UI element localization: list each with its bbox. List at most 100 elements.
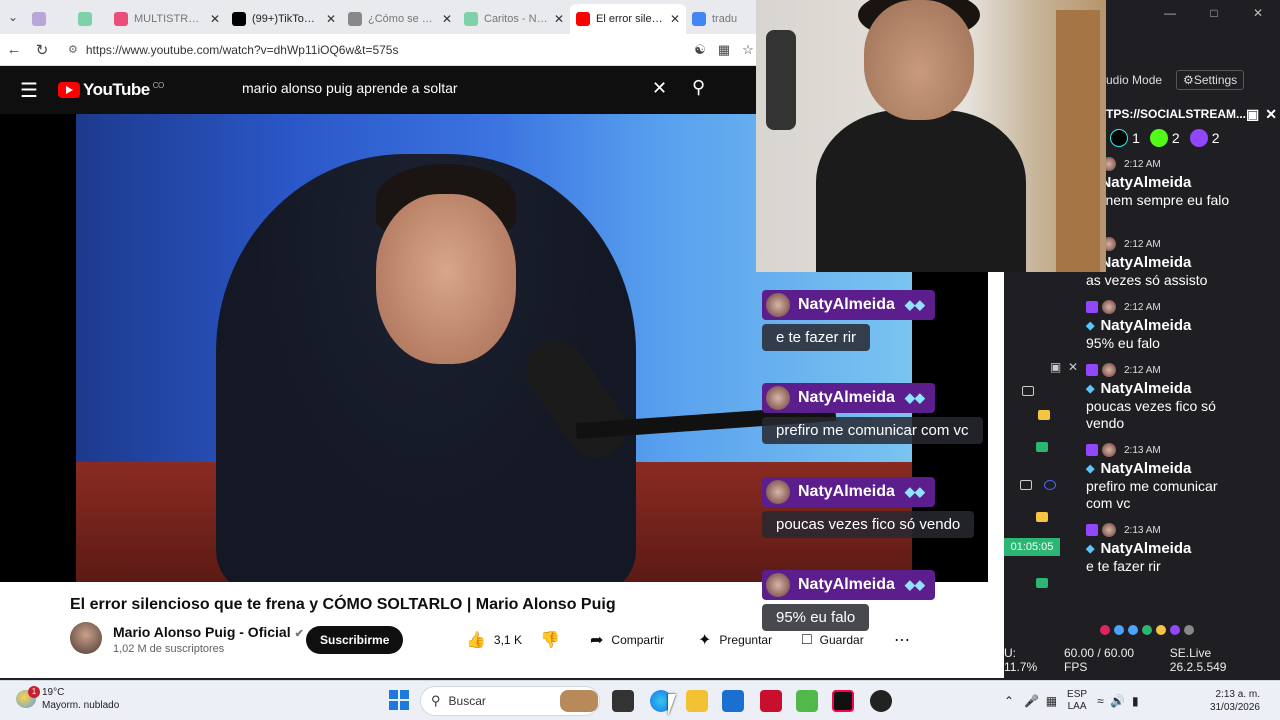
browser-tab[interactable]: tradu <box>686 4 746 34</box>
close-dock-icon[interactable]: ✕ <box>1265 106 1277 123</box>
back-arrow-icon[interactable]: ← <box>0 41 28 58</box>
like-button[interactable]: 👍 3,1 K <box>466 626 522 654</box>
save-label: Guardar <box>819 633 864 647</box>
microphone-icon[interactable]: 🎤 <box>1024 694 1039 708</box>
settings-icon[interactable] <box>1114 625 1124 635</box>
task-view-icon[interactable] <box>612 690 634 712</box>
subscribe-button[interactable]: Suscribirme <box>306 626 404 654</box>
filter-icon[interactable] <box>1128 625 1138 635</box>
pause-icon[interactable] <box>1100 625 1110 635</box>
ask-button[interactable]: ✦ Preguntar <box>698 626 772 654</box>
channel-name[interactable]: Mario Alonso Puig - Oficial <box>113 624 291 640</box>
close-window-icon[interactable]: ✕ <box>1236 6 1280 20</box>
chat-user: ◆ NatyAlmeida <box>1086 378 1268 398</box>
chat-username: NatyAlmeida <box>1100 253 1192 271</box>
dislike-button[interactable]: 👎 <box>540 626 568 654</box>
share-label: Compartir <box>611 633 665 647</box>
close-dock-icon[interactable]: ✕ <box>1068 360 1078 374</box>
search-icon[interactable]: ⚲ <box>692 77 705 98</box>
search-highlight-icon[interactable] <box>560 690 598 712</box>
browser-tab[interactable]: MULTISTREAM ✕ <box>108 4 226 34</box>
user-avatar-icon <box>766 293 790 317</box>
browser-tab[interactable]: Caritos - Nata ✕ <box>458 4 570 34</box>
source-icon[interactable] <box>1038 410 1050 420</box>
source-icon[interactable] <box>1020 480 1032 490</box>
obs-toolbar: udio Mode ⚙Settings <box>1106 68 1280 92</box>
tab-list-chevron-icon[interactable]: ⌄ <box>0 10 26 24</box>
apps-icon[interactable]: ▦ <box>712 42 736 58</box>
weather-widget[interactable]: 1 19°C Mayorm. nublado <box>16 686 119 712</box>
settings-button[interactable]: ⚙Settings <box>1176 70 1245 90</box>
mute-icon[interactable] <box>1184 625 1194 635</box>
overlay-chat-message: NatyAlmeida ◆◆ e te fazer rir <box>762 290 935 351</box>
float-dock-icon[interactable]: ▣ <box>1050 360 1061 374</box>
file-explorer-icon[interactable] <box>686 690 708 712</box>
close-tab-icon[interactable]: ✕ <box>670 12 680 26</box>
chat-meta: 2:13 AM <box>1086 442 1268 458</box>
channel-avatar[interactable] <box>70 622 102 654</box>
display-icon[interactable]: ▦ <box>1046 694 1057 708</box>
float-dock-icon[interactable]: ▣ <box>1246 106 1259 123</box>
tool-icon[interactable] <box>1170 625 1180 635</box>
source-icon[interactable] <box>1044 480 1056 490</box>
chevron-up-icon[interactable]: ⌃ <box>1004 694 1014 708</box>
chat-meta: 2:12 AM <box>1086 236 1268 252</box>
webcam-face-shape <box>864 0 974 120</box>
window-controls: — □ ✕ <box>1106 0 1280 26</box>
source-icon[interactable] <box>1036 512 1048 522</box>
battery-icon[interactable]: ▮ <box>1132 694 1139 708</box>
reload-icon[interactable]: ↻ <box>28 41 56 59</box>
weather-icon: 1 <box>16 686 40 708</box>
ask-label: Preguntar <box>719 633 773 647</box>
youtube-logo[interactable]: YouTube CO <box>58 80 164 100</box>
close-tab-icon[interactable]: ✕ <box>442 12 452 26</box>
close-tab-icon[interactable]: ✕ <box>326 12 336 26</box>
minimize-icon[interactable]: — <box>1148 6 1192 20</box>
clear-search-icon[interactable]: ✕ <box>652 78 667 99</box>
language-indicator[interactable]: ESP LAA <box>1067 689 1087 713</box>
chat-meta: 2:12 AM <box>1086 362 1268 378</box>
taskbar: 1 19°C Mayorm. nublado ⚲ Buscar ⌃ 🎤 ▦ ESP L… <box>0 680 1280 720</box>
app-version: SE.Live 26.2.5.549 <box>1169 646 1227 674</box>
wifi-icon[interactable]: ≈ <box>1097 694 1104 708</box>
studio-mode-button[interactable]: udio Mode <box>1106 73 1162 87</box>
share-icon: ➦ <box>590 632 604 649</box>
url-field[interactable]: ⚙ https://www.youtube.com/watch?v=dhWp11… <box>60 38 688 62</box>
browser-tab[interactable]: ¿Cómo se obri ✕ <box>342 4 458 34</box>
source-icon[interactable] <box>1036 442 1048 452</box>
overlay-chat-user: NatyAlmeida ◆◆ <box>762 570 935 600</box>
source-icon[interactable] <box>1036 578 1048 588</box>
browser-tab[interactable] <box>72 4 108 34</box>
store-icon[interactable] <box>722 690 744 712</box>
translate-icon[interactable]: ☯ <box>688 42 712 58</box>
source-icon[interactable] <box>1022 386 1034 396</box>
close-tab-icon[interactable]: ✕ <box>554 12 564 26</box>
tiktok-app-icon[interactable] <box>832 690 854 712</box>
chat-username: NatyAlmeida <box>1100 539 1192 557</box>
obs-app-icon[interactable] <box>870 690 892 712</box>
emoji-icon[interactable] <box>1156 625 1166 635</box>
maximize-icon[interactable]: □ <box>1192 6 1236 20</box>
share-button[interactable]: ➦ Compartir <box>590 626 664 654</box>
app-icon[interactable] <box>796 690 818 712</box>
chat-username: NatyAlmeida <box>1100 316 1192 334</box>
browser-tab[interactable] <box>26 4 72 34</box>
channel-name-wrap[interactable]: Mario Alonso Puig - Oficial ✔ <box>113 624 304 640</box>
site-info-icon[interactable]: ⚙ <box>68 43 78 56</box>
user-avatar-icon <box>1102 523 1116 537</box>
chat-meta: 2:13 AM <box>1086 522 1268 538</box>
search-input[interactable]: mario alonso puig aprende a soltar <box>242 80 458 96</box>
screen: ⌄ MULTISTREAM ✕ (99+)TikTok - M ✕ ¿Cómo se… <box>0 0 1280 720</box>
browser-tab-active[interactable]: El error silencio ✕ <box>570 4 686 34</box>
menu-icon[interactable]: ☰ <box>0 78 58 103</box>
app-icon[interactable] <box>760 690 782 712</box>
badge-icon: ◆ <box>1086 382 1095 395</box>
volume-icon[interactable]: 🔊 <box>1110 694 1125 708</box>
clock[interactable]: 2:13 a. m. 31/03/2026 <box>1200 688 1260 714</box>
gear-icon: ⚙ <box>1183 73 1194 87</box>
browser-tab[interactable]: (99+)TikTok - M ✕ <box>226 4 342 34</box>
tts-icon[interactable] <box>1142 625 1152 635</box>
start-button[interactable] <box>389 690 409 710</box>
overlay-chat-message: NatyAlmeida ◆◆ prefiro me comunicar com v… <box>762 383 983 444</box>
close-tab-icon[interactable]: ✕ <box>210 12 220 26</box>
